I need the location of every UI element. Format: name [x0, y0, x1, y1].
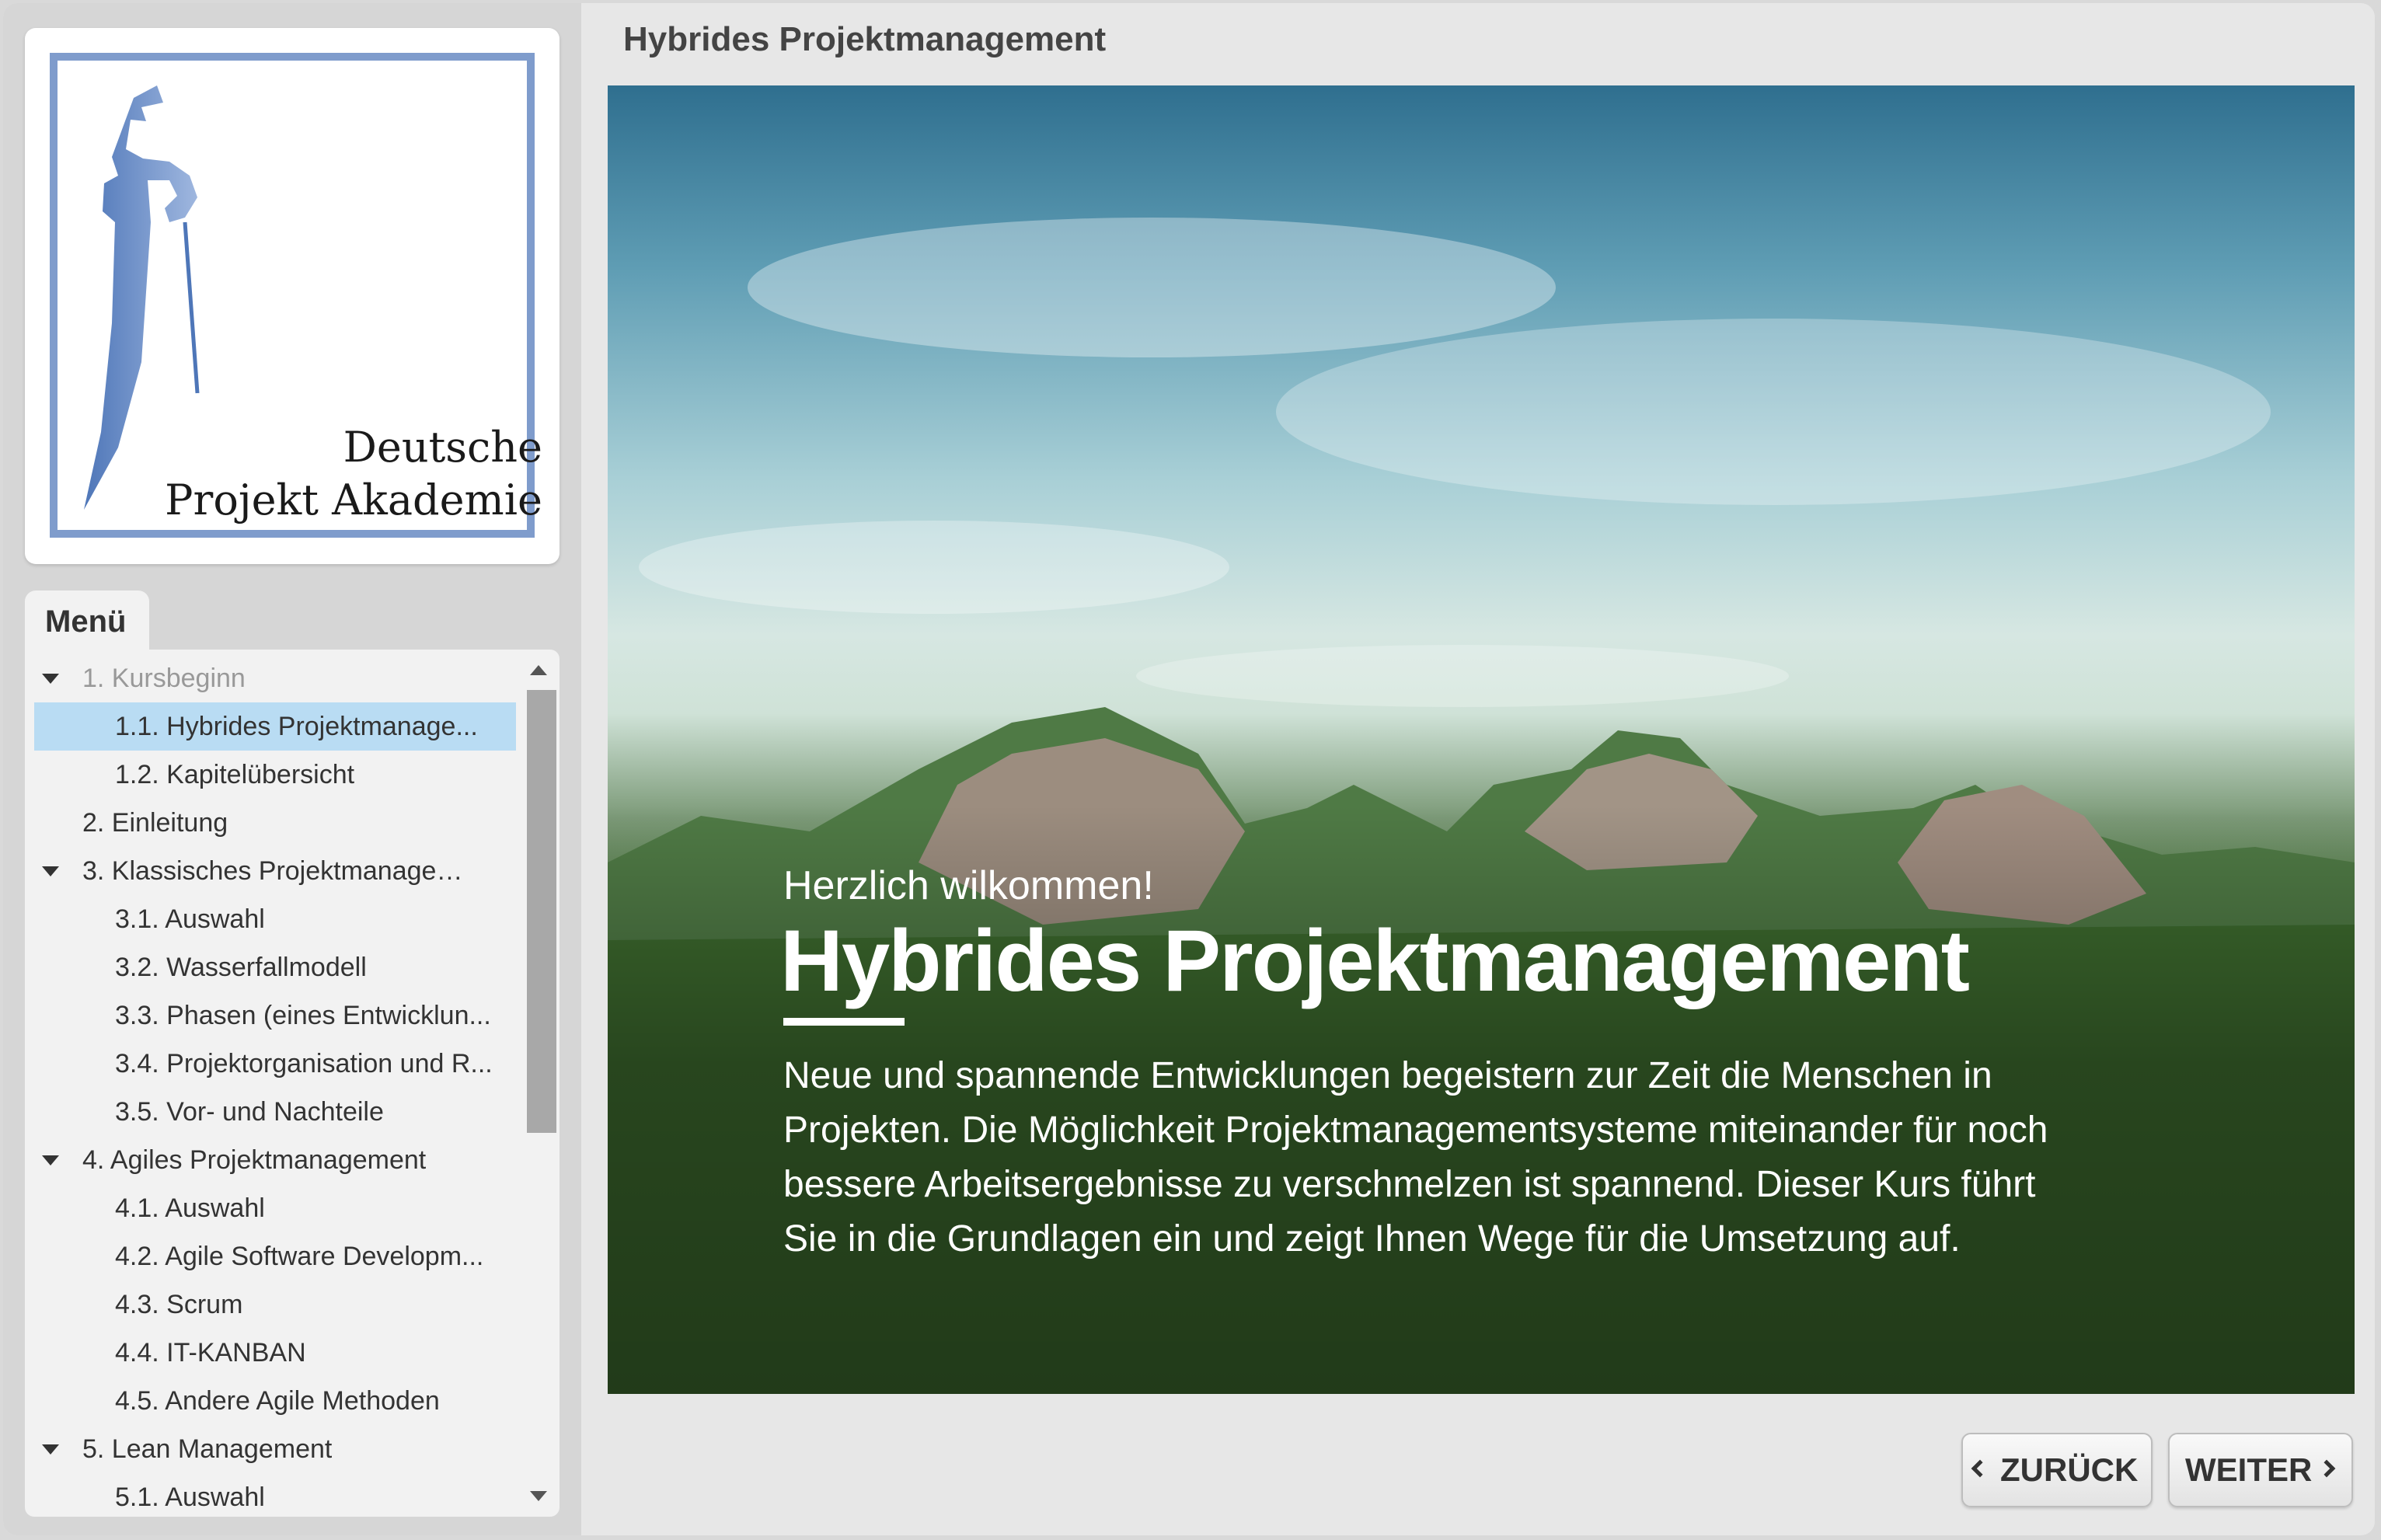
- sidebar: Deutsche Projekt Akademie Menü 1. Kursbe…: [3, 3, 581, 1535]
- hero-divider: [783, 1018, 905, 1026]
- menu-item[interactable]: 4.1. Auswahl: [34, 1184, 516, 1232]
- logo-card: Deutsche Projekt Akademie: [25, 28, 560, 564]
- menu-item-label: 4.3. Scrum: [115, 1290, 243, 1319]
- back-button-label: ZURÜCK: [2000, 1451, 2139, 1488]
- menu-item-label: 3.2. Wasserfallmodell: [115, 953, 367, 982]
- menu-item[interactable]: 3.4. Projektorganisation und R...: [34, 1040, 516, 1088]
- hero-kicker: Herzlich wilkommen!: [783, 863, 1154, 908]
- menu-item[interactable]: 1.2. Kapitelübersicht: [34, 751, 516, 799]
- page-title: Hybrides Projektmanagement: [623, 20, 1107, 58]
- menu-item[interactable]: 3.1. Auswahl: [34, 895, 516, 943]
- menu-item-label: 4. Agiles Projektmanagement: [82, 1145, 427, 1175]
- menu-item-label: 1.2. Kapitelübersicht: [115, 760, 355, 789]
- menu-item-label: 3.5. Vor- und Nachteile: [115, 1097, 384, 1127]
- menu-item-label: 1. Kursbeginn: [82, 664, 246, 693]
- menu-item[interactable]: 4.3. Scrum: [34, 1280, 516, 1329]
- menu-item-label: 4.5. Andere Agile Methoden: [115, 1386, 440, 1416]
- logo-line-1: Deutsche: [343, 423, 542, 472]
- menu-item-label: 4.2. Agile Software Developm...: [115, 1242, 484, 1271]
- scroll-up-icon[interactable]: [530, 665, 547, 675]
- menu-item[interactable]: 3.3. Phasen (eines Entwicklun...: [34, 991, 516, 1040]
- menu-item[interactable]: 4.2. Agile Software Developm...: [34, 1232, 516, 1280]
- menu-item-label: 5.1. Auswahl: [115, 1483, 265, 1512]
- menu-item-label: 3.1. Auswahl: [115, 904, 265, 934]
- menu-item[interactable]: 3.5. Vor- und Nachteile: [34, 1088, 516, 1136]
- caret-down-icon[interactable]: [42, 1155, 59, 1165]
- menu-item[interactable]: 4. Agiles Projektmanagement: [34, 1136, 516, 1184]
- menu-item[interactable]: 3.2. Wasserfallmodell: [34, 943, 516, 991]
- menu-item[interactable]: 5. Lean Management: [34, 1425, 516, 1473]
- menu-item[interactable]: 5.1. Auswahl: [34, 1473, 516, 1517]
- menu-scrollbar[interactable]: [524, 650, 556, 1517]
- logo-text: Deutsche Projekt Akademie: [165, 421, 542, 527]
- menu-item-label: 4.1. Auswahl: [115, 1193, 265, 1223]
- scroll-down-icon[interactable]: [530, 1491, 547, 1501]
- menu-item[interactable]: 4.4. IT-KANBAN: [34, 1329, 516, 1377]
- menu-item-label: 3. Klassisches Projektmanageme...: [82, 856, 479, 886]
- menu-list: 1. Kursbeginn 1.1. Hybrides Projektmanage…: [34, 654, 516, 1517]
- app-window: Deutsche Projekt Akademie Menü 1. Kursbe…: [3, 3, 2375, 1535]
- menu-panel: 1. Kursbeginn 1.1. Hybrides Projektmanage…: [25, 650, 560, 1517]
- menu-item-label: 2. Einleitung: [82, 808, 228, 838]
- menu-item[interactable]: 4.5. Andere Agile Methoden: [34, 1377, 516, 1425]
- caret-down-icon[interactable]: [42, 1444, 59, 1455]
- menu-item[interactable]: 3. Klassisches Projektmanageme...: [34, 847, 516, 895]
- chevron-right-icon: [2317, 1459, 2336, 1478]
- menu-item[interactable]: 2. Einleitung: [34, 799, 516, 847]
- back-button[interactable]: ZURÜCK: [1961, 1433, 2153, 1507]
- caret-down-icon[interactable]: [42, 674, 59, 684]
- menu-item[interactable]: 1.1. Hybrides Projektmanage...: [34, 702, 516, 751]
- menu-item[interactable]: 1. Kursbeginn: [34, 654, 516, 702]
- hero-body-text: Neue und spannende Entwicklungen begeist…: [783, 1055, 2048, 1260]
- menu-item-label: 1.1. Hybrides Projektmanage...: [115, 712, 478, 741]
- next-button-label: WEITER: [2185, 1451, 2313, 1488]
- menu-item-label: 3.3. Phasen (eines Entwicklun...: [115, 1001, 491, 1030]
- chevron-left-icon: [1971, 1459, 1989, 1478]
- hero-image: Herzlich wilkommen! Hybrides Projektmana…: [608, 85, 2355, 1394]
- scroll-thumb[interactable]: [527, 690, 556, 1133]
- caret-down-icon[interactable]: [42, 866, 59, 876]
- menu-tab[interactable]: Menü: [25, 591, 149, 653]
- logo-line-2: Projekt Akademie: [165, 476, 542, 524]
- next-button[interactable]: WEITER: [2168, 1433, 2353, 1507]
- menu-item-label: 3.4. Projektorganisation und R...: [115, 1049, 493, 1078]
- menu-item-label: 4.4. IT-KANBAN: [115, 1338, 306, 1368]
- hero-title: Hybrides Projektmanagement: [780, 912, 1970, 1009]
- menu-item-label: 5. Lean Management: [82, 1434, 333, 1464]
